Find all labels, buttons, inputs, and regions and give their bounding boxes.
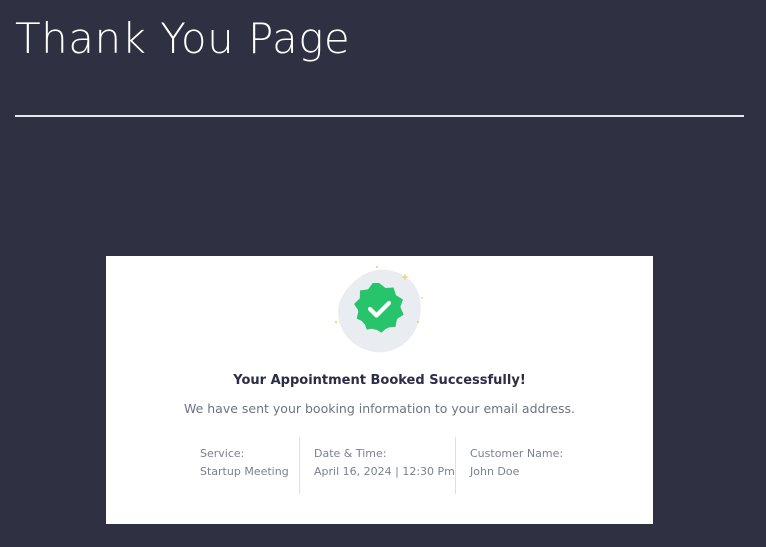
- booking-details: Service: Startup Meeting Date & Time: Ap…: [106, 437, 653, 494]
- customer-name-detail: Customer Name: John Doe: [470, 437, 580, 494]
- verified-check-badge-icon: [334, 264, 426, 356]
- service-detail: Service: Startup Meeting: [200, 437, 300, 494]
- customer-name-label: Customer Name:: [470, 447, 564, 460]
- thank-you-page: Thank You Page Your Appointment Booked S…: [0, 0, 766, 547]
- detail-divider: [455, 437, 456, 494]
- date-time-value: April 16, 2024 | 12:30 Pm: [314, 465, 455, 478]
- page-title: Thank You Page: [15, 14, 351, 63]
- booking-confirmation-card: Your Appointment Booked Successfully! We…: [106, 256, 653, 524]
- title-divider: [15, 115, 744, 117]
- detail-divider: [299, 437, 300, 494]
- date-time-label: Date & Time:: [314, 447, 387, 460]
- service-value: Startup Meeting: [200, 465, 289, 478]
- date-time-detail: Date & Time: April 16, 2024 | 12:30 Pm: [314, 437, 455, 494]
- confirmation-heading: Your Appointment Booked Successfully!: [233, 373, 526, 388]
- confirmation-message: We have sent your booking information to…: [183, 401, 576, 416]
- customer-name-value: John Doe: [470, 465, 520, 478]
- service-label: Service:: [200, 447, 245, 460]
